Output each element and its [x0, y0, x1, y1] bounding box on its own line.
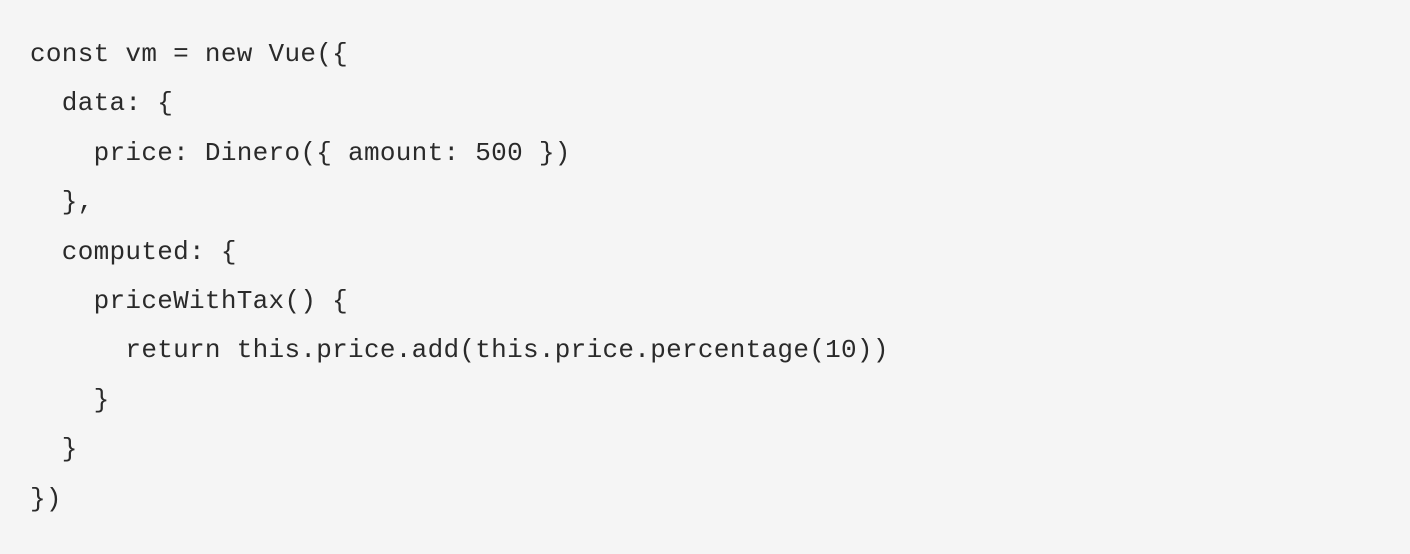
code-line: }	[30, 434, 78, 464]
code-line: priceWithTax() {	[30, 286, 348, 316]
code-line: },	[30, 187, 94, 217]
code-line: return this.price.add(this.price.percent…	[30, 335, 889, 365]
code-line: }	[30, 385, 110, 415]
code-line: computed: {	[30, 237, 237, 267]
code-line: })	[30, 484, 62, 514]
code-line: price: Dinero({ amount: 500 })	[30, 138, 571, 168]
code-block: const vm = new Vue({ data: { price: Dine…	[0, 0, 919, 554]
code-line: data: {	[30, 88, 173, 118]
code-line: const vm = new Vue({	[30, 39, 348, 69]
